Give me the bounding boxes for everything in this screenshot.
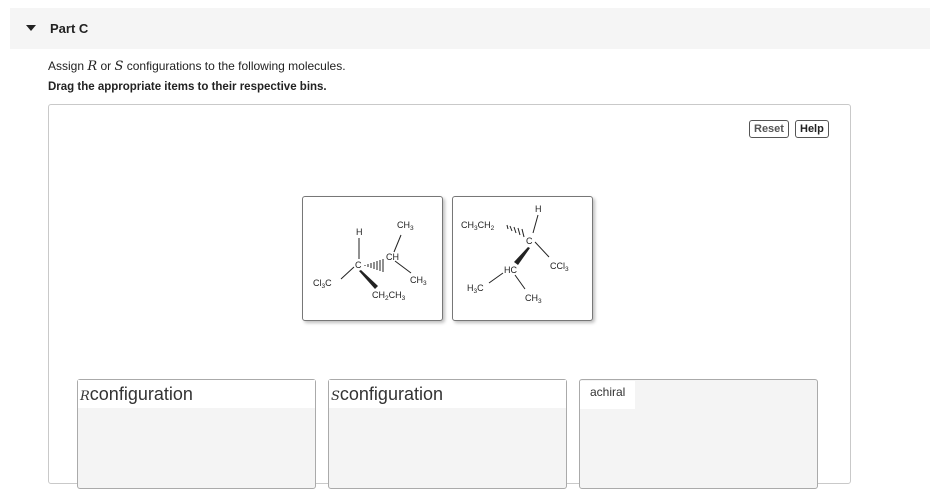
- drag-drop-workspace: Reset Help H C CH CH3 CH3 Cl3C CH2CH3 H …: [48, 104, 851, 489]
- drag-instruction: Drag the appropriate items to their resp…: [48, 81, 327, 93]
- svg-text:CH3: CH3: [397, 220, 414, 232]
- svg-text:HC: HC: [504, 265, 517, 275]
- molecule-structure-1: H C CH CH3 CH3 Cl3C CH2CH3: [313, 220, 427, 302]
- part-title: Part C: [50, 21, 89, 36]
- svg-text:C: C: [355, 260, 362, 270]
- reset-button[interactable]: Reset: [749, 120, 789, 138]
- svg-text:H: H: [356, 227, 363, 237]
- collapse-caret-icon[interactable]: [26, 25, 36, 31]
- svg-text:CH2CH3: CH2CH3: [372, 290, 406, 302]
- bin-r-configuration[interactable]: Rconfiguration: [77, 379, 316, 489]
- svg-text:H: H: [535, 204, 542, 214]
- bin-s-configuration[interactable]: Sconfiguration: [328, 379, 567, 489]
- svg-text:CCl3: CCl3: [550, 261, 569, 273]
- bin-label-s: Sconfiguration: [329, 380, 566, 408]
- molecule-card-2[interactable]: H CH3CH2 C CCl3 HC H3C CH3: [452, 196, 593, 321]
- svg-text:CH3: CH3: [410, 275, 427, 287]
- bin-label-achiral: achiral: [580, 381, 636, 409]
- svg-text:CH: CH: [386, 252, 399, 262]
- svg-text:Cl3C: Cl3C: [313, 278, 332, 290]
- svg-text:H3C: H3C: [467, 283, 484, 295]
- svg-text:CH3CH2: CH3CH2: [461, 220, 495, 232]
- svg-text:CH3: CH3: [525, 293, 542, 305]
- svg-text:C: C: [526, 236, 533, 246]
- instruction-text: Assign R or S configurations to the foll…: [48, 59, 346, 74]
- part-header[interactable]: Part C: [10, 8, 930, 49]
- molecule-structure-2: H CH3CH2 C CCl3 HC H3C CH3: [461, 204, 569, 305]
- bin-achiral[interactable]: achiral: [579, 379, 818, 489]
- bin-label-r: Rconfiguration: [78, 380, 315, 408]
- help-button[interactable]: Help: [795, 120, 829, 138]
- molecule-card-1[interactable]: H C CH CH3 CH3 Cl3C CH2CH3: [302, 196, 443, 321]
